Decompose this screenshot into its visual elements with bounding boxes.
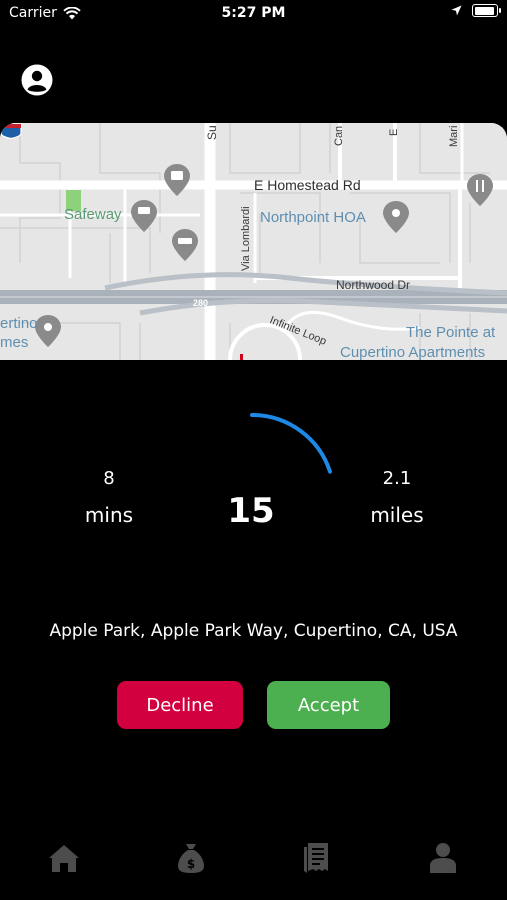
profile-button[interactable] [21, 64, 53, 96]
distance-value: 2.1 [382, 468, 412, 489]
road-su: Su [205, 125, 219, 140]
tab-history[interactable] [297, 838, 337, 878]
time-unit: mins [84, 503, 134, 527]
road-mari: Mari [448, 125, 460, 147]
location-arrow-icon [451, 5, 462, 16]
tab-bar: $ [0, 830, 507, 890]
accept-button[interactable]: Accept [267, 681, 390, 729]
road-northwood: Northwood Dr [336, 278, 411, 292]
road-homestead: E Homestead Rd [254, 177, 361, 193]
time-stat: 8 mins [54, 468, 164, 527]
poi-pointe: The Pointe at [406, 324, 496, 341]
money-bag-icon: $ [178, 844, 204, 873]
tab-earnings[interactable]: $ [171, 838, 211, 878]
status-right [451, 4, 501, 17]
poi-safeway: Safeway [64, 206, 122, 223]
poi-ertino: ertino [0, 315, 38, 332]
pickup-address: Apple Park, Apple Park Way, Cupertino, C… [49, 621, 458, 641]
poi-cupertino-apartments: Cupertino Apartments [340, 344, 486, 360]
countdown-number: 15 [227, 491, 275, 531]
receipts-icon [304, 843, 328, 873]
poi-northpoint: Northpoint HOA [260, 209, 366, 226]
status-bar: Carrier 5:27 PM [0, 0, 507, 28]
poi-mes: mes [0, 334, 29, 351]
home-icon [49, 845, 79, 872]
tab-home[interactable] [44, 838, 84, 878]
interstate-shield [0, 123, 22, 139]
distance-stat: 2.1 miles [342, 468, 452, 527]
trip-timer: 15 8 mins 2.1 miles [0, 395, 507, 555]
svg-text:$: $ [187, 857, 195, 871]
tab-account[interactable] [423, 838, 463, 878]
decline-button[interactable]: Decline [117, 681, 243, 729]
road-e: E [388, 128, 400, 136]
time-value: 8 [103, 468, 115, 489]
road-lombardi: Via Lombardi [240, 206, 252, 271]
map-view[interactable]: 280 E Homestead Rd Via Lombardi Northwoo… [0, 123, 507, 360]
road-can: Can [333, 125, 345, 146]
user-icon [430, 843, 456, 873]
battery-icon [472, 4, 501, 17]
interstate-number: 280 [193, 298, 209, 308]
user-circle-icon [21, 64, 53, 96]
status-time: 5:27 PM [221, 5, 286, 21]
distance-unit: miles [370, 503, 424, 527]
